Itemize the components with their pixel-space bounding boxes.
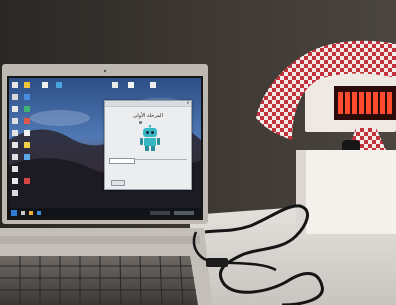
- laptop-hinge: [0, 236, 200, 244]
- led-matrix-icon: [334, 86, 396, 120]
- dialog-input-field[interactable]: [109, 158, 135, 164]
- taskbar-app-icon[interactable]: [37, 211, 41, 215]
- desktop-icon[interactable]: [24, 94, 30, 100]
- system-tray[interactable]: [150, 211, 170, 215]
- clock-area[interactable]: [174, 211, 194, 215]
- desktop-icon[interactable]: [24, 118, 30, 124]
- webcam-icon: [103, 69, 107, 73]
- wallpaper-cloud: [30, 110, 90, 126]
- dialog-button[interactable]: [111, 180, 125, 186]
- desktop-icon[interactable]: [42, 82, 48, 88]
- taskbar-app-icon[interactable]: [21, 211, 25, 215]
- desktop-icon[interactable]: [56, 82, 62, 88]
- desktop-icon[interactable]: [12, 82, 18, 88]
- app-dialog-window[interactable]: × المرحلة الأولى: [104, 100, 192, 190]
- close-icon[interactable]: ×: [186, 101, 190, 105]
- taskbar-app-icon[interactable]: [29, 211, 33, 215]
- desktop-icon[interactable]: [12, 142, 18, 148]
- small-icon: [139, 121, 142, 124]
- desktop-icon[interactable]: [24, 82, 30, 88]
- dialog-titlebar[interactable]: ×: [105, 101, 191, 107]
- start-menu-icon[interactable]: [11, 210, 17, 216]
- desktop-icon[interactable]: [24, 106, 30, 112]
- robot-icon: [140, 125, 160, 151]
- desktop-icon[interactable]: [12, 190, 18, 196]
- desktop-icon[interactable]: [12, 118, 18, 124]
- desktop-icon[interactable]: [12, 106, 18, 112]
- desktop-icon[interactable]: [128, 82, 134, 88]
- keyboard: [0, 256, 198, 305]
- dialog-heading: المرحلة الأولى: [133, 113, 163, 119]
- desktop-icon[interactable]: [24, 130, 30, 136]
- usb-plug: [206, 258, 228, 267]
- device-box-side: [296, 150, 306, 234]
- desktop-icon[interactable]: [12, 94, 18, 100]
- photo-background: [0, 0, 396, 305]
- desktop-icon[interactable]: [12, 166, 18, 172]
- desktop-icon[interactable]: [12, 178, 18, 184]
- desktop-icon[interactable]: [12, 154, 18, 160]
- desktop-icon[interactable]: [112, 82, 118, 88]
- desktop-icon[interactable]: [24, 142, 30, 148]
- desktop-icon[interactable]: [24, 154, 30, 160]
- photo-scene: × المرحلة الأولى: [0, 0, 396, 305]
- device-box-bottom: [296, 150, 396, 234]
- desktop-icon[interactable]: [12, 130, 18, 136]
- desktop-icon[interactable]: [150, 82, 156, 88]
- desktop-icon[interactable]: [24, 178, 30, 184]
